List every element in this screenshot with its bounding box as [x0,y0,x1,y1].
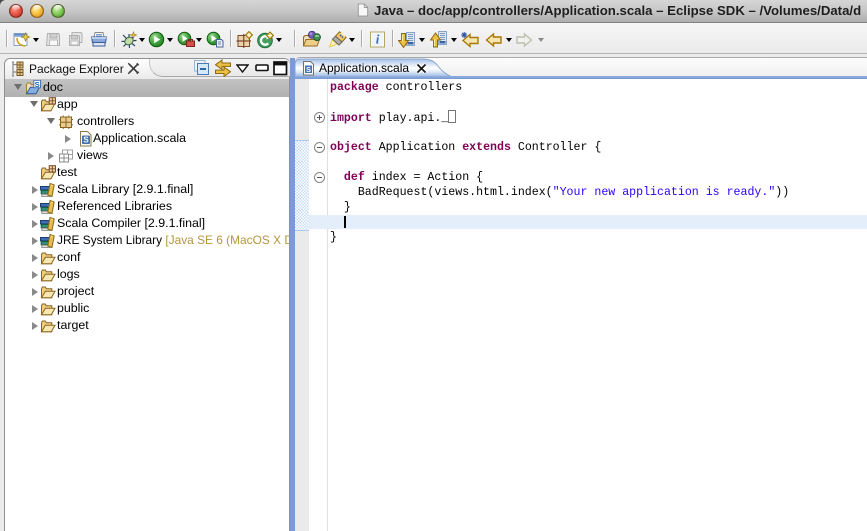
svg-text:S: S [83,135,89,144]
svg-text:S: S [35,80,40,89]
svg-text:i: i [376,32,380,47]
svg-text:S: S [306,65,311,74]
